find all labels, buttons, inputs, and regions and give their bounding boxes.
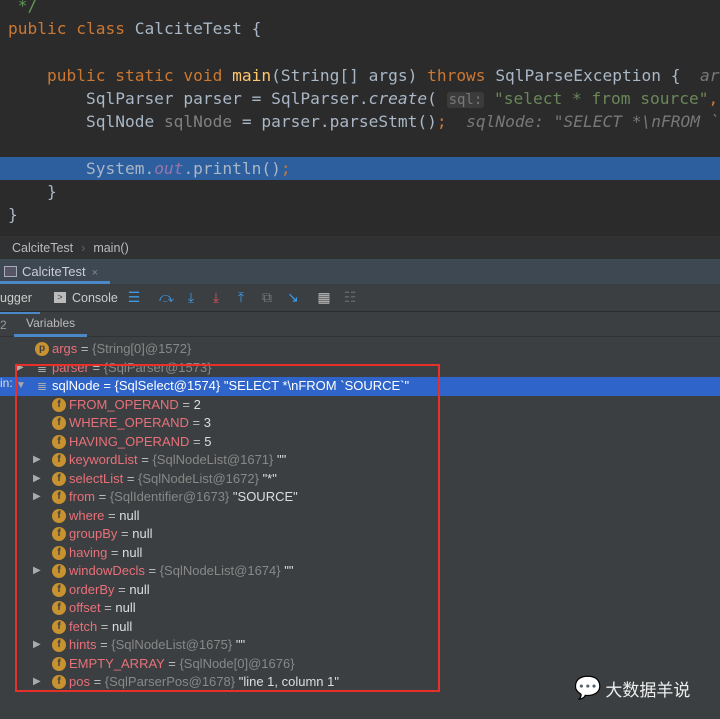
code-line[interactable]: SqlNode sqlNode = parser.parseStmt(); sq… — [0, 110, 720, 133]
code-token: throws — [427, 66, 496, 85]
code-token: .println() — [183, 159, 281, 178]
code-token: , — [708, 89, 719, 108]
code-token: public static void — [46, 66, 233, 85]
tab-console[interactable]: Console — [72, 284, 118, 312]
equals-sign: = — [77, 341, 93, 356]
variable-name: args — [52, 341, 78, 356]
code-editor[interactable]: */ public class CalciteTest { public stat… — [0, 0, 720, 236]
code-token: ar — [699, 66, 720, 85]
code-token: "select * from source" — [494, 89, 709, 108]
frames-count: 2 — [0, 318, 7, 332]
code-token: main — [232, 66, 272, 85]
code-token: ; — [280, 159, 291, 178]
code-token: ( — [427, 89, 447, 108]
code-token: out — [154, 159, 184, 178]
tab-variables[interactable]: Variables — [14, 313, 88, 337]
variable-row[interactable]: p args = {String[0]@1572} — [0, 340, 720, 359]
close-tab-icon[interactable]: × — [92, 267, 98, 279]
code-token: sqlNode — [163, 112, 233, 131]
code-line[interactable] — [0, 134, 720, 157]
tab-calcitetest[interactable]: CalciteTest × — [0, 259, 110, 284]
tab-debugger[interactable]: ugger — [0, 284, 40, 314]
breadcrumb-separator: › — [81, 241, 86, 255]
watermark-text: 大数据羊说 — [605, 680, 691, 700]
tab-label: CalciteTest — [22, 264, 86, 279]
watermark: 💬 大数据羊说 — [574, 675, 690, 701]
run-to-cursor-icon[interactable]: ↘ — [286, 290, 300, 304]
code-line[interactable]: */ — [0, 0, 720, 17]
breadcrumb-class[interactable]: CalciteTest — [12, 241, 73, 255]
code-token: } — [8, 205, 18, 224]
wechat-logo-icon: 💬 — [574, 675, 602, 700]
code-line[interactable]: public static void main(String[] args) t… — [0, 64, 720, 87]
code-token: create — [368, 89, 428, 108]
code-token: ; — [436, 112, 447, 131]
code-line[interactable]: System.out.println(); — [0, 157, 720, 180]
code-token: } — [8, 182, 57, 201]
drop-frame-icon[interactable]: ⧉ — [260, 290, 274, 304]
debugger-toolbar: ugger > Console ☰ ⤼ ⤓ ⤓ ⤒ ⧉ ↘ ▦ ☷ — [0, 284, 720, 314]
breadcrumb: CalciteTest › main() — [0, 236, 720, 259]
step-out-icon[interactable]: ⤒ — [234, 290, 248, 304]
console-icon: > — [54, 292, 66, 303]
code-token: sql: — [446, 92, 485, 108]
debug-tab-bar: CalciteTest × — [0, 259, 720, 284]
code-token: */ — [8, 0, 38, 15]
parameter-icon: p — [35, 342, 49, 356]
step-over-icon[interactable]: ⤼ — [159, 290, 174, 304]
annotation-box — [15, 364, 440, 692]
variable-type: {String[0]@1572} — [92, 341, 192, 356]
code-token: CalciteTest { — [134, 19, 262, 38]
code-token: public class — [8, 19, 135, 38]
code-token: = parser.parseStmt() — [232, 112, 437, 131]
code-token: SqlParser parser = SqlParser. — [8, 89, 369, 108]
code-token: SqlNode — [8, 112, 164, 131]
code-line[interactable] — [0, 40, 720, 63]
frame-label: in: — [0, 376, 13, 390]
code-token: (String[] args) — [271, 66, 428, 85]
code-token: System. — [8, 159, 155, 178]
force-step-into-icon[interactable]: ⤓ — [209, 290, 223, 304]
code-token: sqlNode: "SELECT *\nFROM ` — [446, 112, 720, 131]
breadcrumb-method[interactable]: main() — [93, 241, 128, 255]
code-line[interactable]: } — [0, 203, 720, 226]
trace-icon[interactable]: ☷ — [343, 290, 357, 304]
variables-header: 2 Variables — [0, 313, 720, 337]
evaluate-icon[interactable]: ▦ — [317, 290, 331, 304]
code-line[interactable]: public class CalciteTest { — [0, 17, 720, 40]
threads-list-icon[interactable]: ☰ — [127, 290, 141, 304]
code-line[interactable]: SqlParser parser = SqlParser.create( sql… — [0, 87, 720, 110]
code-token: SqlParseException { — [495, 66, 700, 85]
step-into-icon[interactable]: ⤓ — [184, 290, 198, 304]
code-line[interactable]: } — [0, 180, 720, 203]
